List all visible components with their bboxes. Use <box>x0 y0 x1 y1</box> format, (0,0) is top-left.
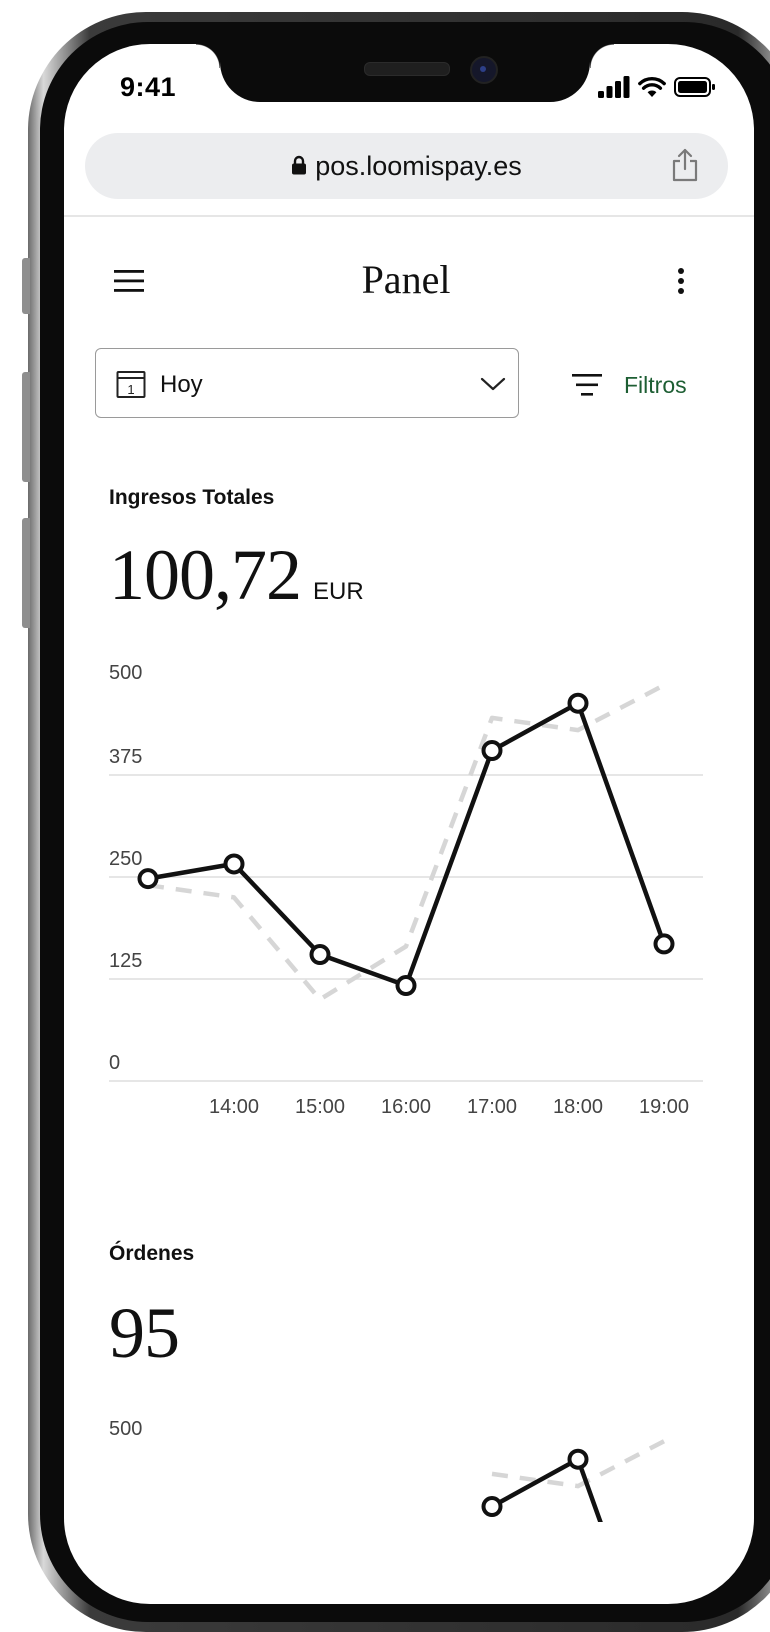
y-tick-label: 500 <box>109 1418 142 1440</box>
series-line <box>489 1456 603 1522</box>
notch <box>196 44 614 102</box>
orders-line-chart: 500 <box>109 1418 666 1522</box>
series-group <box>481 1439 666 1522</box>
front-camera <box>470 56 498 84</box>
speaker-grille <box>364 62 450 76</box>
data-point <box>567 1448 589 1470</box>
data-point <box>481 1496 503 1518</box>
